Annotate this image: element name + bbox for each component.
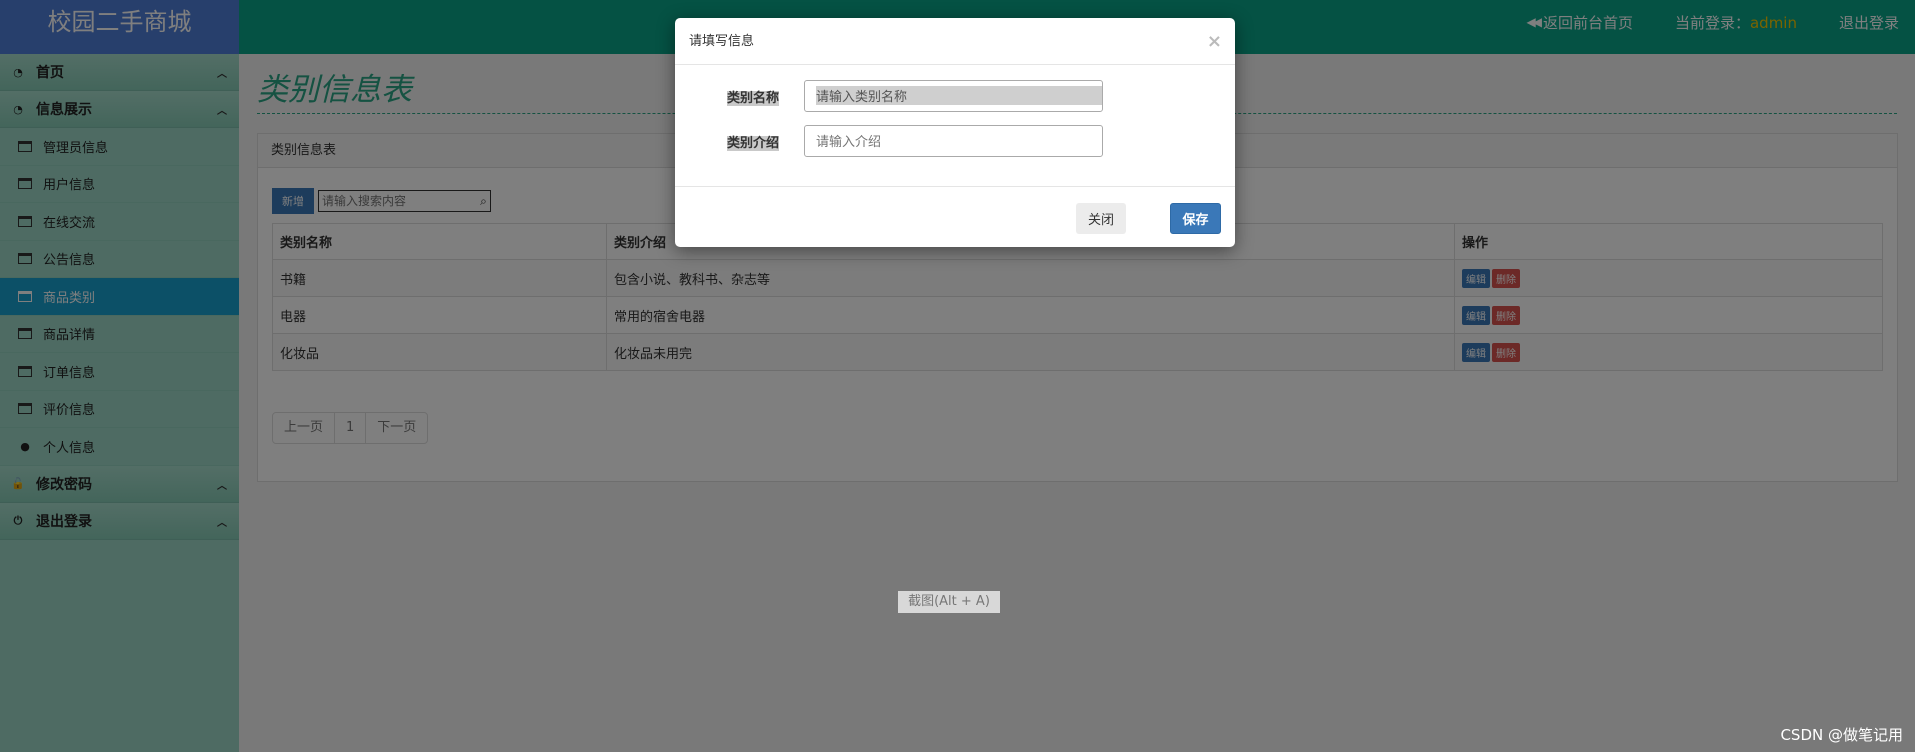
modal-title: 请填写信息 (689, 34, 755, 49)
close-icon[interactable]: × (1207, 18, 1222, 65)
category-desc-input[interactable] (804, 125, 1103, 157)
category-name-label: 类别名称 (726, 90, 779, 106)
modal-footer: 关闭 保存 (675, 186, 1235, 247)
watermark: CSDN @做笔记用 (1780, 726, 1903, 744)
category-name-input[interactable] (804, 80, 1103, 112)
modal-header: 请填写信息 × (675, 18, 1235, 65)
category-desc-label: 类别介绍 (726, 135, 779, 151)
save-button[interactable]: 保存 (1170, 203, 1221, 234)
category-desc-row: 类别介绍 (675, 125, 1235, 157)
screenshot-tooltip: 截图(Alt + A) (898, 591, 1000, 613)
close-button[interactable]: 关闭 (1076, 203, 1126, 234)
category-name-row: 类别名称 (675, 80, 1235, 112)
edit-category-modal: 请填写信息 × 类别名称 类别介绍 关闭 保存 (675, 18, 1235, 247)
